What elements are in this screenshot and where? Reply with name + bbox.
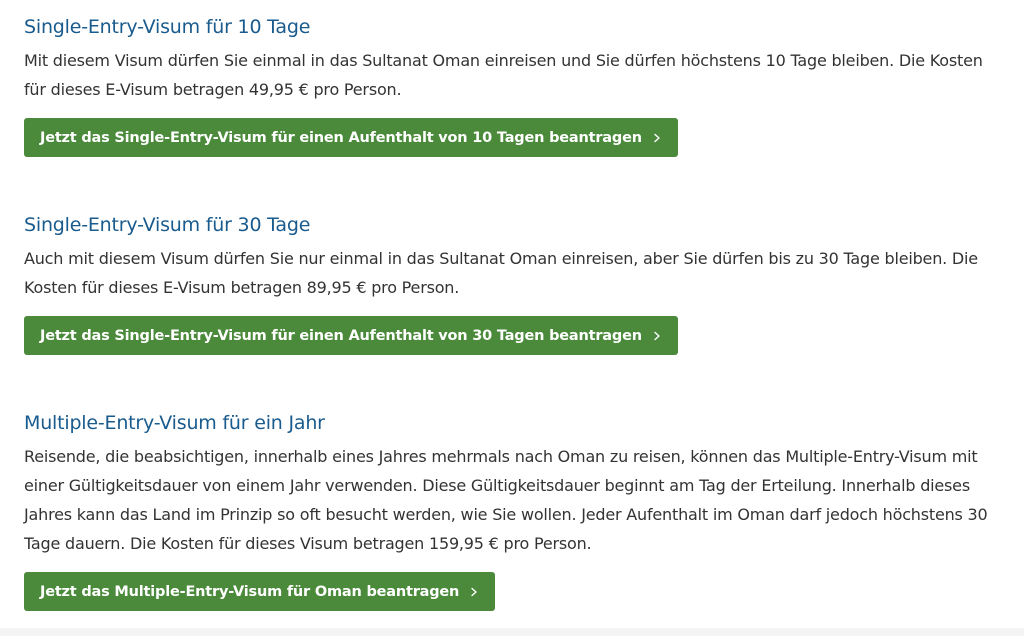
visa-section-single-entry-30-days: Single-Entry-Visum für 30 Tage Auch mit … — [24, 212, 1004, 355]
section-heading: Single-Entry-Visum für 30 Tage — [24, 214, 311, 236]
section-heading: Single-Entry-Visum für 10 Tage — [24, 16, 311, 38]
apply-single-entry-10-days-button[interactable]: Jetzt das Single-Entry-Visum für einen A… — [24, 118, 678, 157]
page-bottom-divider — [0, 628, 1024, 636]
button-label: Jetzt das Single-Entry-Visum für einen A… — [40, 327, 642, 344]
visa-section-single-entry-10-days: Single-Entry-Visum für 10 Tage Mit diese… — [24, 14, 1004, 157]
chevron-right-icon — [654, 133, 660, 142]
apply-single-entry-30-days-button[interactable]: Jetzt das Single-Entry-Visum für einen A… — [24, 316, 678, 355]
button-label: Jetzt das Single-Entry-Visum für einen A… — [40, 129, 642, 146]
button-label: Jetzt das Multiple-Entry-Visum für Oman … — [40, 583, 460, 600]
chevron-right-icon — [471, 587, 477, 596]
apply-multiple-entry-button[interactable]: Jetzt das Multiple-Entry-Visum für Oman … — [24, 572, 496, 611]
section-heading: Multiple-Entry-Visum für ein Jahr — [24, 412, 325, 434]
chevron-right-icon — [654, 331, 660, 340]
visa-section-multiple-entry-one-year: Multiple-Entry-Visum für ein Jahr Reisen… — [24, 410, 1004, 611]
section-description: Auch mit diesem Visum dürfen Sie nur ein… — [24, 249, 978, 297]
section-description: Reisende, die beabsichtigen, innerhalb e… — [24, 447, 988, 553]
section-description: Mit diesem Visum dürfen Sie einmal in da… — [24, 51, 983, 99]
